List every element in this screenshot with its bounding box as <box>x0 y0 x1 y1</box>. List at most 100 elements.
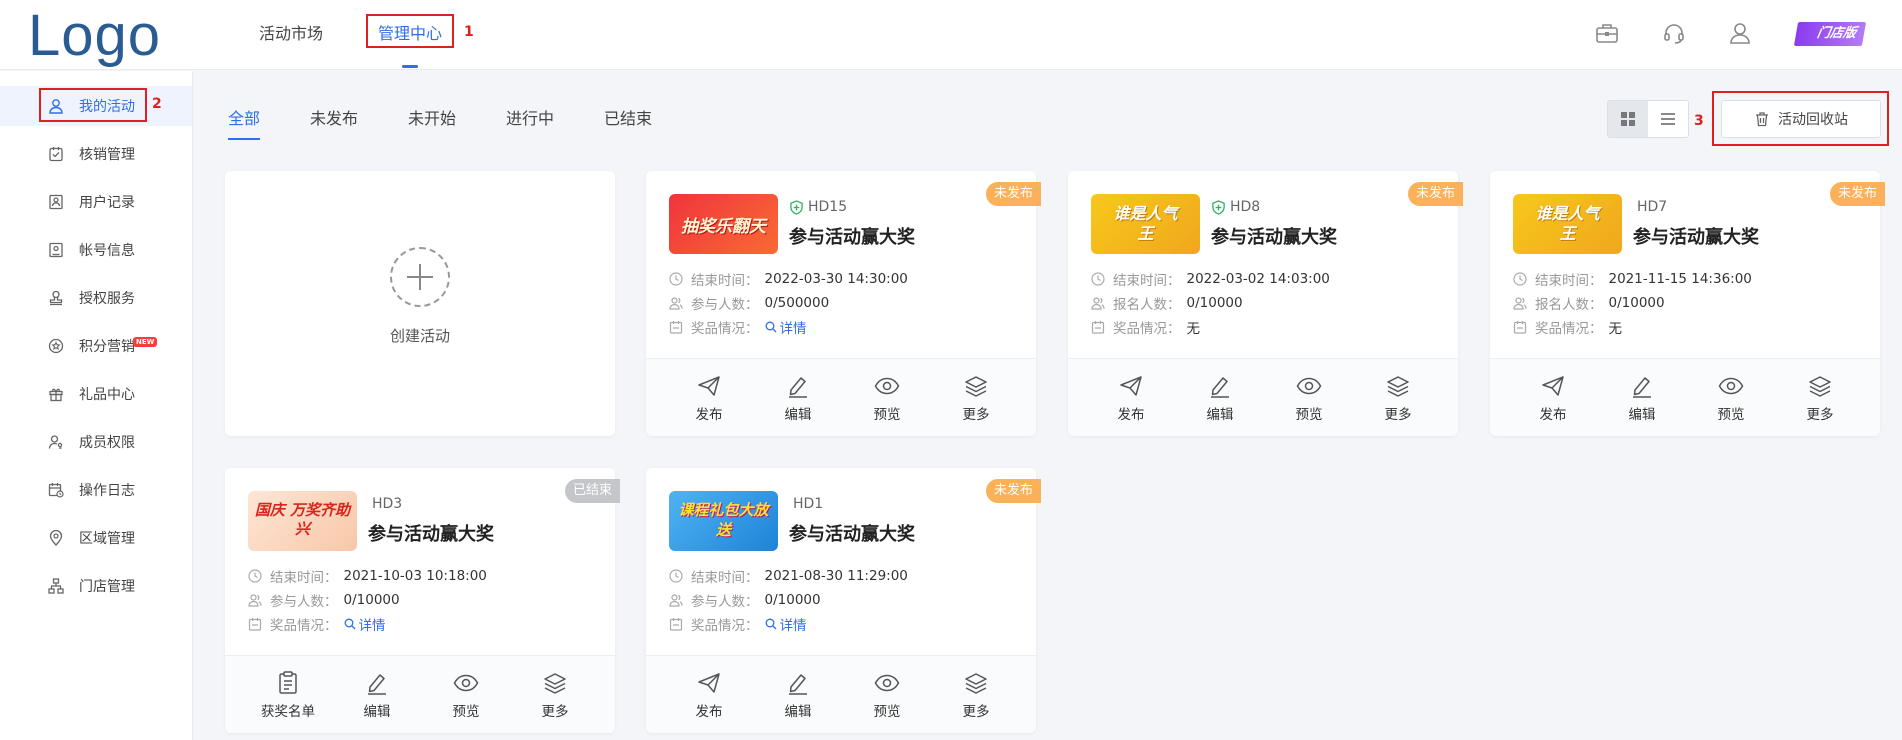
prize-details-link[interactable]: 详情 <box>765 317 807 337</box>
preview-button[interactable]: 预览 <box>1686 359 1776 437</box>
users-icon <box>669 296 683 310</box>
more-label: 更多 <box>1806 407 1834 423</box>
edit-button[interactable]: 编辑 <box>753 359 843 437</box>
more-button[interactable]: 更多 <box>931 656 1021 734</box>
send-icon <box>1540 373 1566 399</box>
sidebar-item-operation-log[interactable]: 操作日志 <box>0 470 192 510</box>
participants-label: 参与人数： <box>691 594 759 610</box>
publish-button[interactable]: 发布 <box>664 656 754 734</box>
sidebar-item-member-permissions[interactable]: 成员权限 <box>0 422 192 462</box>
logo[interactable]: Logo <box>28 2 161 70</box>
location-icon <box>47 529 65 547</box>
participants-value: 0/10000 <box>764 592 821 608</box>
briefcase-icon[interactable] <box>1594 20 1620 46</box>
more-button[interactable]: 更多 <box>510 656 600 734</box>
send-icon <box>696 670 722 696</box>
participants-value: 0/10000 <box>343 592 400 608</box>
thumbnail-text: 国庆 万奖齐助兴 <box>254 501 351 538</box>
activity-card[interactable]: 未发布 抽奖乐翻天 HD15 参与活动赢大奖 结束时间： 2022-03-30 1… <box>646 171 1041 437</box>
prize-clipboard-icon <box>669 617 683 631</box>
more-button[interactable]: 更多 <box>931 359 1021 437</box>
clock-icon <box>248 569 262 583</box>
prize-row: 奖品情况： 详情 <box>248 614 386 634</box>
more-label: 更多 <box>541 704 569 720</box>
preview-button[interactable]: 预览 <box>842 656 932 734</box>
clock-icon <box>669 272 683 286</box>
list-view-button[interactable] <box>1648 101 1688 137</box>
more-label: 更多 <box>962 704 990 720</box>
headset-icon[interactable] <box>1661 20 1687 46</box>
participants-value: 0/500000 <box>764 295 830 311</box>
end-time-row: 结束时间： 2021-08-30 11:29:00 <box>669 566 908 586</box>
edit-label: 编辑 <box>784 704 812 720</box>
activity-code: HD15 <box>789 199 847 215</box>
sidebar-item-verification[interactable]: 核销管理 <box>0 134 192 174</box>
winners-list-label: 获奖名单 <box>261 704 315 720</box>
filter-tab-ended[interactable]: 已结束 <box>604 100 652 140</box>
sidebar-item-points-marketing[interactable]: 积分营销 NEW <box>0 326 192 366</box>
sidebar-item-user-records[interactable]: 用户记录 <box>0 182 192 222</box>
preview-button[interactable]: 预览 <box>842 359 932 437</box>
participants-row: 参与人数： 0/500000 <box>669 293 829 313</box>
sidebar-item-gift-center[interactable]: 礼品中心 <box>0 374 192 414</box>
more-button[interactable]: 更多 <box>1775 359 1865 437</box>
publish-button[interactable]: 发布 <box>1086 359 1176 437</box>
status-badge: 未发布 <box>985 479 1041 503</box>
activity-card[interactable]: 未发布 谁是人气王 HD8 参与活动赢大奖 结束时间： 2022-03-02 14… <box>1068 171 1463 437</box>
send-icon <box>696 373 722 399</box>
filter-tab-not-started[interactable]: 未开始 <box>408 100 456 140</box>
activity-card[interactable]: 未发布 课程礼包大放送 HD1 参与活动赢大奖 结束时间： 2021-08-30 … <box>646 468 1041 733</box>
publish-button[interactable]: 发布 <box>664 359 754 437</box>
winners-list-button[interactable]: 获奖名单 <box>243 656 333 734</box>
card-actions: 发布 编辑 预览 更多 <box>646 655 1036 733</box>
grid-view-button[interactable] <box>1608 101 1648 137</box>
edit-button[interactable]: 编辑 <box>753 656 843 734</box>
preview-button[interactable]: 预览 <box>421 656 511 734</box>
status-badge: 已结束 <box>564 479 620 503</box>
activity-code: HD3 <box>372 496 403 512</box>
layers-icon <box>963 373 989 399</box>
top-bar: Logo 活动市场 管理中心 1 门店版 <box>0 0 1902 70</box>
prize-value: 无 <box>1608 321 1623 337</box>
sidebar-item-text: 积分营销 <box>79 339 135 355</box>
thumbnail-text: 课程礼包大放送 <box>678 501 769 539</box>
create-activity-card[interactable]: 创建活动 <box>225 171 615 436</box>
thumbnail-text: 谁是人气王 <box>1535 204 1600 243</box>
eye-icon <box>1718 373 1744 399</box>
publish-button[interactable]: 发布 <box>1508 359 1598 437</box>
view-toggle <box>1607 100 1689 138</box>
filter-tab-in-progress[interactable]: 进行中 <box>506 100 554 140</box>
edit-button[interactable]: 编辑 <box>332 656 422 734</box>
nav-activity-market[interactable]: 活动市场 <box>259 0 323 70</box>
sidebar-item-label: 区域管理 <box>79 531 135 547</box>
activity-card[interactable]: 未发布 谁是人气王 HD7 参与活动赢大奖 结束时间： 2021-11-15 14… <box>1490 171 1885 437</box>
prize-details-text: 详情 <box>358 618 386 634</box>
filter-tab-all[interactable]: 全部 <box>228 100 261 140</box>
sidebar-item-authorization[interactable]: 授权服务 <box>0 278 192 318</box>
filter-tab-unpublished[interactable]: 未发布 <box>310 100 358 140</box>
edit-button[interactable]: 编辑 <box>1175 359 1265 437</box>
activity-code-text: HD8 <box>1230 199 1261 215</box>
more-button[interactable]: 更多 <box>1353 359 1443 437</box>
sidebar-item-account-info[interactable]: 帐号信息 <box>0 230 192 270</box>
activity-card[interactable]: 已结束 国庆 万奖齐助兴 HD3 参与活动赢大奖 结束时间： 2021-10-03… <box>225 468 620 734</box>
end-time-row: 结束时间： 2022-03-02 14:03:00 <box>1091 269 1330 289</box>
prize-details-link[interactable]: 详情 <box>344 614 386 634</box>
create-activity-label: 创建活动 <box>389 327 450 345</box>
edit-label: 编辑 <box>363 704 391 720</box>
edit-button[interactable]: 编辑 <box>1597 359 1687 437</box>
preview-button[interactable]: 预览 <box>1264 359 1354 437</box>
prize-details-text: 详情 <box>779 618 807 634</box>
sidebar-item-store-management[interactable]: 门店管理 <box>0 566 192 606</box>
store-edition-badge[interactable]: 门店版 <box>1793 22 1867 46</box>
user-profile-icon[interactable] <box>1727 20 1753 46</box>
recycle-bin-button[interactable]: 活动回收站 <box>1721 100 1881 138</box>
clock-icon <box>669 569 683 583</box>
end-time-value: 2021-11-15 14:36:00 <box>1608 271 1752 287</box>
stamp-icon <box>47 289 65 307</box>
search-icon <box>765 618 776 630</box>
prize-details-link[interactable]: 详情 <box>765 614 807 634</box>
prize-label: 奖品情况： <box>691 321 759 337</box>
star-badge-icon <box>47 337 65 355</box>
sidebar-item-region-management[interactable]: 区域管理 <box>0 518 192 558</box>
